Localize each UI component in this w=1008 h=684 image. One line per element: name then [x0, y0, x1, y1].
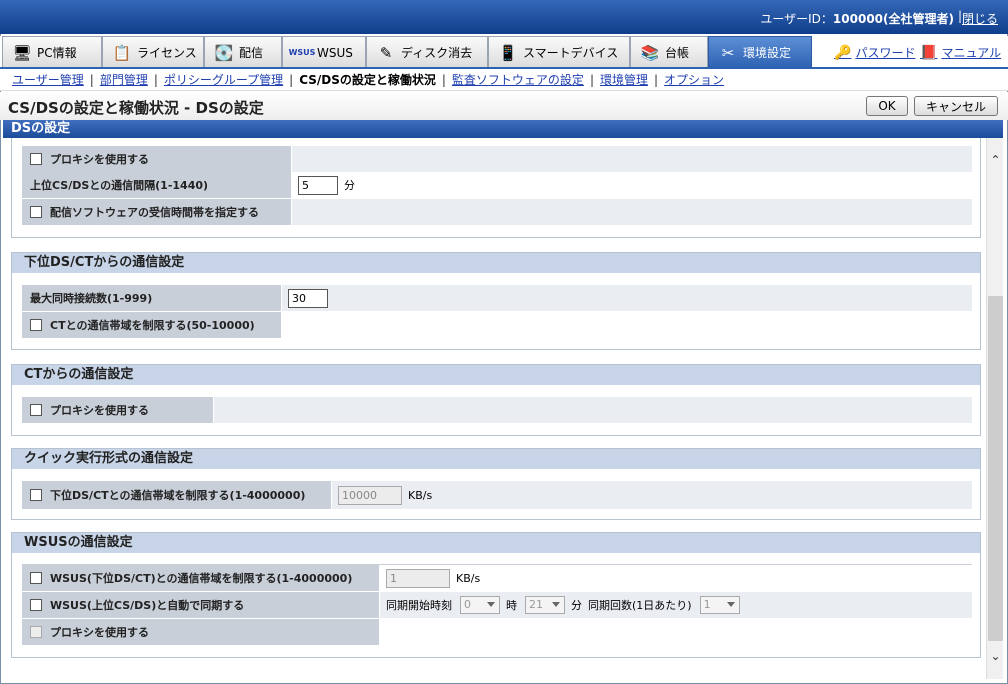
group-downstream: 下位DS/CTからの通信設定 最大同時接続数(1-999) 30 CTとの通信帯… — [11, 252, 981, 350]
distribution-icon: 💽 — [214, 43, 234, 62]
tab-wsus[interactable]: WSUS WSUS — [282, 36, 366, 68]
user-bar: ユーザーID：100000(全社管理者) | 閉じる — [0, 0, 1008, 34]
quick-bandwidth-checkbox[interactable] — [30, 489, 42, 501]
section-header: DSの設定 — [3, 120, 1003, 138]
tools-icon: ✂ — [721, 43, 735, 62]
group-title: CTからの通信設定 — [12, 365, 980, 385]
row-ct-proxy: プロキシを使用する — [22, 397, 972, 423]
recv-time-checkbox[interactable] — [30, 206, 42, 218]
wsus-proxy-checkbox[interactable] — [30, 626, 42, 638]
pc-icon: 🖥 — [12, 43, 32, 62]
scroll-thumb[interactable] — [988, 296, 1003, 641]
tab-license[interactable]: 📋 ライセンス — [102, 36, 204, 68]
tab-disk-erase[interactable]: ✎ ディスク消去 — [366, 36, 488, 68]
vertical-scrollbar[interactable]: ⌃ ⌄ — [986, 138, 1003, 679]
group-upstream: プロキシを使用する 上位CS/DSとの通信間隔(1-1440) 5分 配信ソフト… — [11, 138, 981, 238]
cancel-button[interactable]: キャンセル — [914, 96, 998, 116]
content-area: プロキシを使用する 上位CS/DSとの通信間隔(1-1440) 5分 配信ソフト… — [3, 138, 1003, 679]
row-quick-bandwidth: 下位DS/CTとの通信帯域を制限する(1-4000000) 10000 KB/s — [22, 481, 972, 509]
ct-bandwidth-checkbox[interactable] — [30, 319, 42, 331]
proxy-checkbox[interactable] — [30, 153, 42, 165]
sync-count-select[interactable]: 1 — [699, 596, 740, 614]
ledger-icon: 📚 — [640, 43, 660, 62]
sync-minute-select[interactable]: 21 — [525, 596, 565, 614]
row-max-conn: 最大同時接続数(1-999) 30 — [22, 285, 972, 311]
tab-settings[interactable]: ✂ 環境設定 — [708, 36, 812, 68]
book-icon: 📕 — [920, 44, 938, 61]
group-quick-exec: クイック実行形式の通信設定 下位DS/CTとの通信帯域を制限する(1-40000… — [11, 448, 981, 520]
tab-smart-device[interactable]: 📱 スマートデバイス — [488, 36, 630, 68]
manual-link[interactable]: 📕 マニュアル — [920, 44, 1001, 61]
page-title: CS/DSの設定と稼働状況 - DSの設定 — [8, 99, 264, 117]
wsus-bandwidth-checkbox[interactable] — [30, 572, 42, 584]
subnav-env[interactable]: 環境管理 — [596, 71, 652, 88]
password-link[interactable]: 🔑 パスワード — [834, 44, 915, 61]
subnav-policy[interactable]: ポリシーグループ管理 — [160, 71, 287, 88]
group-title: 下位DS/CTからの通信設定 — [12, 253, 980, 273]
row-wsus-sync: WSUS(上位CS/DS)と自動で同期する 同期開始時刻 0 時 21 分 同期… — [22, 592, 972, 618]
row-recv-time: 配信ソフトウェアの受信時間帯を指定する — [22, 199, 972, 225]
subnav-option[interactable]: オプション — [660, 71, 728, 88]
wsus-sync-checkbox[interactable] — [30, 599, 42, 611]
scroll-down-icon[interactable]: ⌄ — [987, 648, 1003, 665]
key-icon: 🔑 — [834, 44, 852, 61]
tab-pc-info[interactable]: 🖥 PC情報 — [2, 36, 102, 68]
title-row: CS/DSの設定と稼働状況 - DSの設定 OK キャンセル — [0, 92, 1008, 120]
max-conn-input[interactable]: 30 — [288, 288, 328, 308]
close-link[interactable]: 閉じる — [962, 10, 998, 27]
tab-distribution[interactable]: 💽 配信 — [204, 36, 282, 68]
sync-hour-select[interactable]: 0 — [460, 596, 500, 614]
group-wsus: WSUSの通信設定 WSUS(下位DS/CT)との通信帯域を制限する(1-400… — [11, 532, 981, 658]
license-icon: 📋 — [112, 43, 132, 62]
scroll-up-icon[interactable]: ⌃ — [987, 152, 1003, 169]
interval-input[interactable]: 5 — [298, 175, 338, 195]
tab-ledger[interactable]: 📚 台帳 — [630, 36, 708, 68]
row-proxy: プロキシを使用する — [22, 146, 972, 172]
group-title: クイック実行形式の通信設定 — [12, 449, 980, 469]
subnav-user[interactable]: ユーザー管理 — [8, 71, 88, 88]
subnav-dept[interactable]: 部門管理 — [96, 71, 152, 88]
row-interval: 上位CS/DSとの通信間隔(1-1440) 5分 — [22, 172, 972, 198]
group-title: WSUSの通信設定 — [12, 533, 980, 553]
disk-erase-icon: ✎ — [379, 43, 393, 62]
sub-nav: ユーザー管理 | 部門管理 | ポリシーグループ管理 | CS/DSの設定と稼働状況 |… — [0, 69, 1008, 91]
row-ct-bandwidth: CTとの通信帯域を制限する(50-10000) — [22, 312, 972, 338]
quick-bandwidth-input[interactable]: 10000 — [338, 485, 402, 505]
subnav-current: CS/DSの設定と稼働状況 — [299, 73, 436, 87]
ct-proxy-checkbox[interactable] — [30, 404, 42, 416]
smart-device-icon: 📱 — [498, 43, 518, 62]
group-ct: CTからの通信設定 プロキシを使用する — [11, 364, 981, 436]
subnav-audit[interactable]: 監査ソフトウェアの設定 — [448, 71, 588, 88]
ok-button[interactable]: OK — [866, 96, 908, 116]
wsus-bandwidth-input[interactable]: 1 — [386, 568, 450, 588]
wsus-icon: WSUS — [288, 48, 316, 57]
user-id: ユーザーID：100000(全社管理者) — [760, 12, 954, 26]
row-wsus-bandwidth: WSUS(下位DS/CT)との通信帯域を制限する(1-4000000) 1 KB/… — [22, 565, 972, 591]
row-wsus-proxy: プロキシを使用する — [22, 619, 972, 645]
